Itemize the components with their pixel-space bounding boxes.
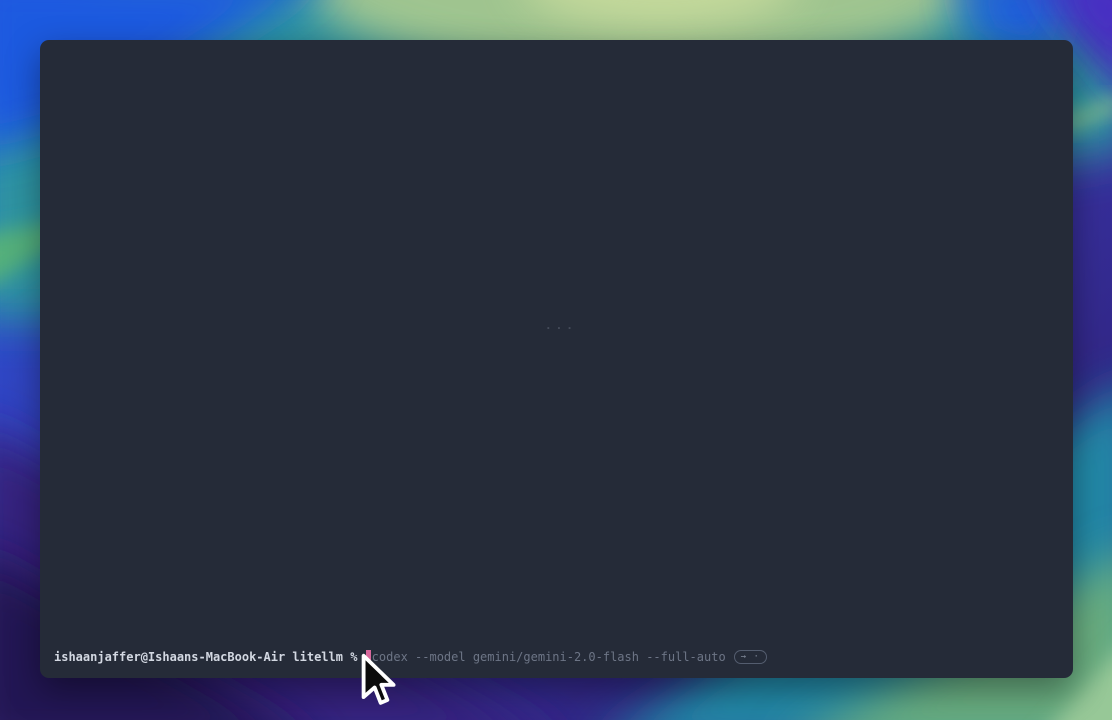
terminal-prompt-line: ishaanjaffer@Ishaans-MacBook-Air litellm… [54,649,767,665]
terminal-window[interactable]: ··· ishaanjaffer@Ishaans-MacBook-Air lit… [40,40,1073,678]
autocomplete-hint-badge: → · [734,650,767,664]
loading-indicator: ··· [545,322,577,335]
suggested-command: codex --model gemini/gemini-2.0-flash --… [372,649,726,665]
text-cursor [366,650,371,664]
shell-prompt: ishaanjaffer@Ishaans-MacBook-Air litellm… [54,649,365,665]
